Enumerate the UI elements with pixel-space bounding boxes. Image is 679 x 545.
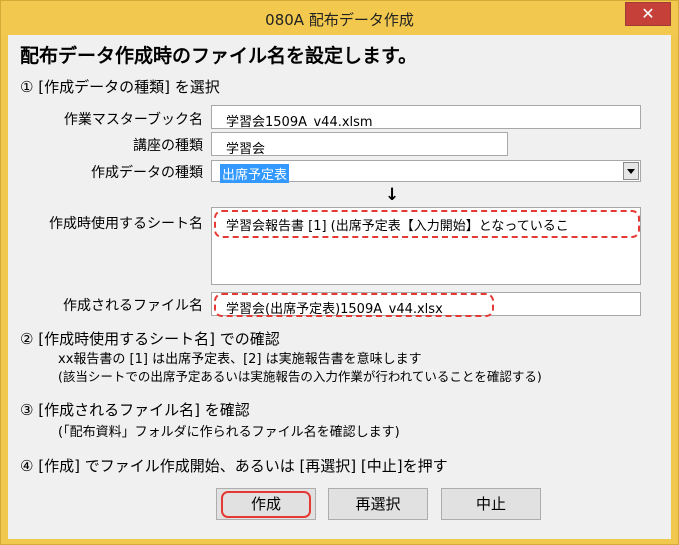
window-title: 080A 配布データ作成	[265, 11, 414, 29]
datatype-label: 作成データの種類	[91, 165, 203, 181]
datatype-selected-value: 出席予定表	[220, 164, 290, 183]
cancel-button[interactable]: 中止	[441, 488, 541, 520]
step2-title: ② [作成時使用するシート名] での確認	[20, 330, 280, 348]
dialog-content: 配布データ作成時のファイル名を設定します。 ① [作成データの種類] を選択 作…	[8, 35, 671, 539]
dropdown-arrow-icon[interactable]	[623, 162, 639, 180]
down-arrow-icon: ↓	[385, 185, 400, 205]
workbook-field[interactable]: 学習会1509A_v44.xlsm	[211, 105, 641, 129]
step2-line2: (該当シートでの出席予定あるいは実施報告の入力作業が行われていることを確認する)	[58, 369, 542, 384]
file-name-field[interactable]: 学習会(出席予定表)1509A_v44.xlsx	[211, 292, 641, 316]
step3-title: ③ [作成されるファイル名] を確認	[20, 401, 250, 419]
course-label: 講座の種類	[133, 138, 203, 154]
step3-line1: (「配布資料」フォルダに作られるファイル名を確認します)	[58, 425, 400, 440]
create-button[interactable]: 作成	[216, 488, 316, 520]
datatype-select[interactable]: 出席予定表	[211, 160, 641, 183]
sheet-name-field[interactable]: 学習会報告書 [1] (出席予定表【入力開始】となっているこ	[211, 207, 641, 285]
reselect-button[interactable]: 再選択	[328, 488, 428, 520]
page-heading: 配布データ作成時のファイル名を設定します。	[20, 45, 418, 67]
sheet-label: 作成時使用するシート名	[49, 216, 203, 232]
step1-title: ① [作成データの種類] を選択	[20, 78, 220, 96]
step2-line1: xx報告書の [1] は出席予定表、[2] は実施報告書を意味します	[58, 352, 422, 367]
title-bar[interactable]: 080A 配布データ作成 ✕	[1, 1, 678, 35]
course-field[interactable]: 学習会	[211, 132, 508, 156]
dialog-window: 080A 配布データ作成 ✕ 配布データ作成時のファイル名を設定します。 ① […	[0, 0, 679, 545]
workbook-label: 作業マスターブック名	[63, 112, 203, 128]
file-label: 作成されるファイル名	[63, 298, 203, 314]
close-button[interactable]: ✕	[625, 2, 671, 26]
step4-title: ④ [作成] でファイル作成開始、あるいは [再選択] [中止]を押す	[20, 457, 448, 475]
